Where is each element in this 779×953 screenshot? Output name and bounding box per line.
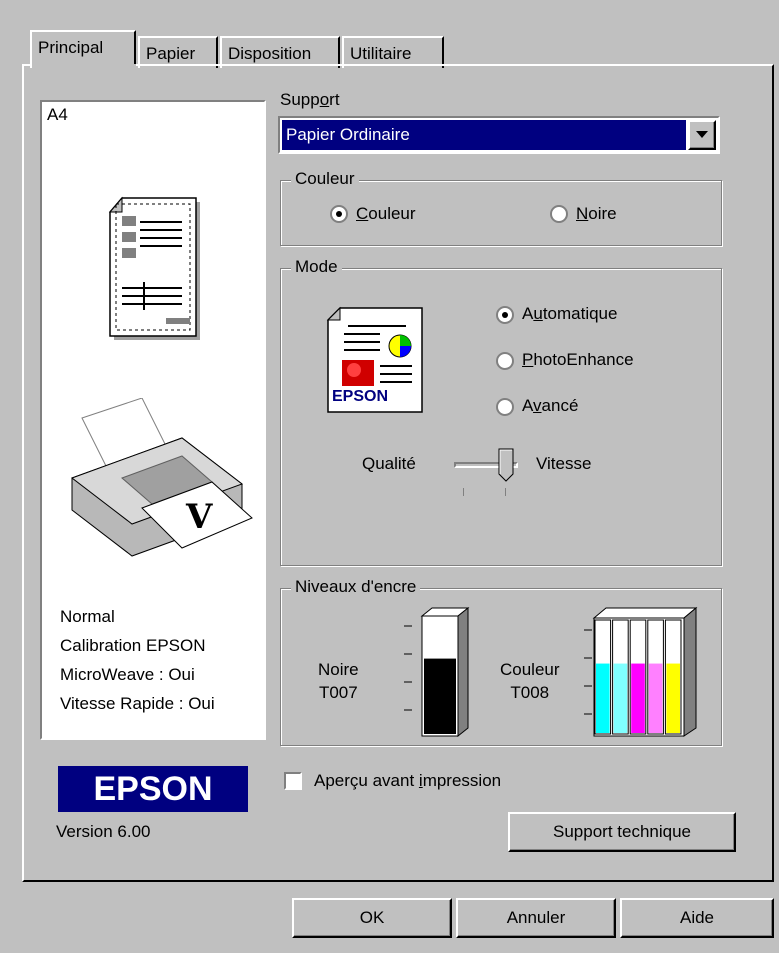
black-ink-level-fill xyxy=(424,658,456,734)
tab-label: Papier xyxy=(146,44,196,63)
black-ink-cartridge-icon xyxy=(404,606,470,738)
black-ink-name: Noire xyxy=(318,660,359,679)
mode-photoenhance-label[interactable]: PhotoEnhance xyxy=(522,350,634,370)
slider-right-label: Vitesse xyxy=(536,454,592,473)
ink-levels-group-title: Niveaux d'encre xyxy=(291,577,421,597)
couleur-color-radio[interactable] xyxy=(330,205,348,223)
active-tab-joint xyxy=(32,64,136,68)
support-selected-value: Papier Ordinaire xyxy=(282,120,686,150)
preview-before-print-label[interactable]: Aperçu avant impression xyxy=(314,771,501,791)
color-ink-label: Couleur T008 xyxy=(500,658,560,704)
support-technique-button[interactable]: Support technique xyxy=(508,812,736,852)
preview-box: A4 V Normal Calibration EPSON MicroWeave… xyxy=(40,100,266,740)
mode-auto-label[interactable]: Automatique xyxy=(522,304,617,324)
version-label: Version 6.00 xyxy=(56,822,151,841)
color-ink-level-fill xyxy=(631,663,645,733)
printer-icon: V xyxy=(70,398,253,557)
mode-group-title: Mode xyxy=(291,257,342,277)
print-settings-summary: Normal Calibration EPSON MicroWeave : Ou… xyxy=(60,602,215,718)
svg-text:V: V xyxy=(185,497,213,537)
black-ink-label: Noire T007 xyxy=(318,658,359,704)
color-ink-level-fill xyxy=(666,663,680,733)
cancel-button[interactable]: Annuler xyxy=(456,898,616,938)
help-button[interactable]: Aide xyxy=(620,898,774,938)
tab-label: Disposition xyxy=(228,44,312,63)
support-dropdown-button[interactable] xyxy=(688,120,716,150)
tab-principal[interactable]: Principal xyxy=(30,30,136,68)
slider-tick-speed xyxy=(505,488,506,496)
tab-label: Principal xyxy=(38,38,104,57)
mode-auto-radio[interactable] xyxy=(496,306,514,324)
paper-size-label: A4 xyxy=(47,105,68,124)
support-label: Support xyxy=(280,90,340,109)
mode-photoenhance-radio[interactable] xyxy=(496,352,514,370)
color-ink-level-fill xyxy=(648,663,663,733)
color-ink-level-fill xyxy=(613,663,628,733)
support-select[interactable]: Papier Ordinaire xyxy=(278,116,720,154)
couleur-black-label[interactable]: Noire xyxy=(576,204,617,224)
paper-layout-icon xyxy=(108,196,200,340)
mode-advanced-radio[interactable] xyxy=(496,398,514,416)
color-ink-name: Couleur xyxy=(500,660,560,679)
slider-left-label: Qualité xyxy=(362,454,416,473)
black-ink-code: T007 xyxy=(318,683,358,702)
ok-button[interactable]: OK xyxy=(292,898,452,938)
mode-advanced-label[interactable]: Avancé xyxy=(522,396,578,416)
couleur-color-label[interactable]: Couleur xyxy=(356,204,416,224)
status-calibration: Calibration EPSON xyxy=(60,636,206,655)
mode-icon-brand: EPSON xyxy=(332,388,389,405)
chevron-down-icon xyxy=(696,131,708,138)
slider-tick-quality xyxy=(463,488,464,496)
color-ink-level-fill xyxy=(596,663,610,733)
couleur-group-title: Couleur xyxy=(291,169,359,189)
couleur-black-radio[interactable] xyxy=(550,205,568,223)
preview-before-print-checkbox[interactable] xyxy=(284,772,302,790)
epson-logo: EPSON xyxy=(58,766,248,812)
color-ink-code: T008 xyxy=(510,683,550,702)
quality-speed-slider-thumb[interactable] xyxy=(498,448,514,482)
status-fast-speed: Vitesse Rapide : Oui xyxy=(60,694,215,713)
status-microweave: MicroWeave : Oui xyxy=(60,665,195,684)
status-quality: Normal xyxy=(60,607,115,626)
tab-label: Utilitaire xyxy=(350,44,412,63)
color-ink-cartridge-icon xyxy=(584,606,698,737)
